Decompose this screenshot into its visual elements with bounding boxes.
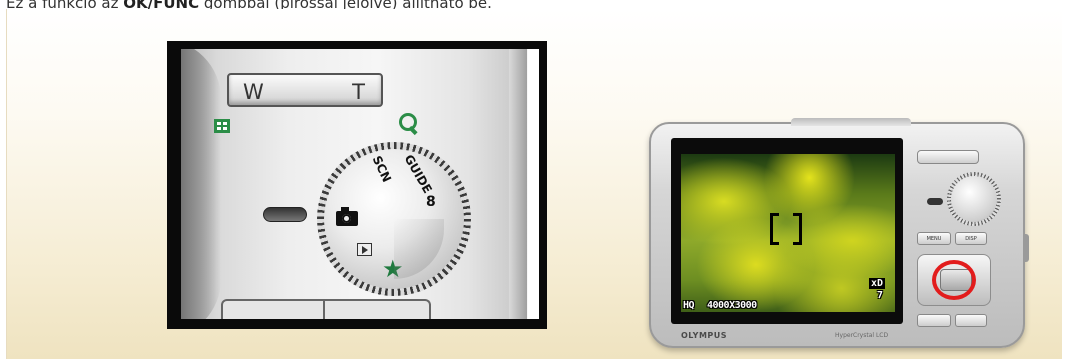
- ok-func-button: [940, 269, 972, 291]
- mode-dial: SCN GUIDE 8 ★: [317, 142, 471, 296]
- lcd-frames-remaining: 7: [876, 290, 883, 301]
- lcd-type-label: HyperCrystal LCD: [835, 332, 889, 339]
- menu-button: MENU: [917, 232, 951, 245]
- playback-icon: [357, 243, 372, 256]
- lcd-screen: P xD 7 HQ 4000X3000: [681, 154, 895, 312]
- af-target-icon: [770, 213, 802, 245]
- brand-logo: OLYMPUS: [681, 331, 728, 340]
- camera-back-photo: P xD 7 HQ 4000X3000 OLYMPUS HyperCrystal…: [649, 118, 1029, 348]
- lcd-bezel: P xD 7 HQ 4000X3000: [671, 138, 903, 324]
- print-button: [955, 314, 987, 327]
- wide-angle-icon: [214, 119, 230, 133]
- magnifier-icon: [399, 113, 419, 135]
- zoom-lever: W T: [227, 73, 383, 107]
- camera-mode-dial: [947, 172, 1001, 226]
- erase-button: [917, 314, 951, 327]
- lcd-quality-indicator: HQ: [683, 300, 695, 311]
- mode-dial-photo: W T SCN GUIDE 8 ★: [167, 41, 547, 329]
- camera-zoom-lever: [917, 150, 979, 164]
- bottom-buttons: [221, 299, 431, 319]
- dial-scn-label: SCN: [369, 153, 394, 185]
- lcd-resolution-indicator: 4000X3000: [707, 300, 757, 311]
- dial-guide-label: GUIDE: [401, 152, 435, 196]
- zoom-wide-label: W: [243, 80, 264, 104]
- mode-dial-face: SCN GUIDE 8 ★: [324, 149, 464, 289]
- camera-mode-icon: [336, 207, 358, 226]
- strap-eyelet: [1023, 234, 1029, 262]
- arrow-pad: [917, 254, 991, 306]
- zoom-tele-label: T: [352, 80, 365, 104]
- disp-button: DISP: [955, 232, 987, 245]
- lcd-media-indicator: xD: [868, 278, 885, 289]
- camera-top-closeup: W T SCN GUIDE 8 ★: [181, 49, 539, 319]
- camera-indicator-slot: [927, 198, 943, 205]
- illustration-panel: W T SCN GUIDE 8 ★ xD 7 HQ 4000X3000 OLYM…: [6, 9, 1062, 359]
- power-indicator-slot: [263, 207, 307, 222]
- lcd-mode-indicator: P: [697, 154, 704, 155]
- dial-beauty-mode-icon: 8: [426, 194, 436, 210]
